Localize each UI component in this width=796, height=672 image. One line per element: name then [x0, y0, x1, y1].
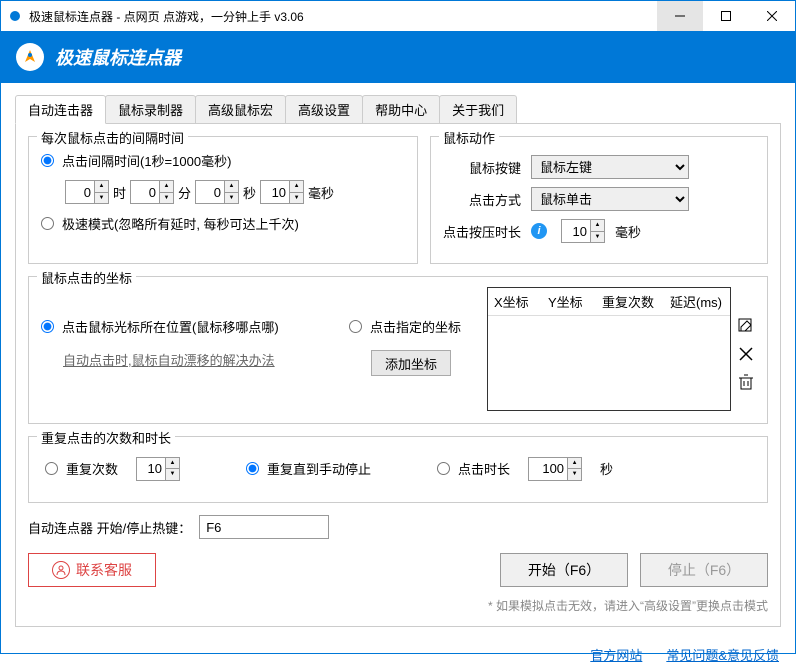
maximize-icon [721, 11, 731, 21]
close-icon [767, 11, 777, 21]
sec-unit: 秒 [243, 183, 256, 202]
coords-legend: 鼠标点击的坐标 [37, 268, 136, 287]
interval-fieldset: 每次鼠标点击的间隔时间 点击间隔时间(1秒=1000毫秒) ▲▼ 时 ▲▼ 分 … [28, 136, 418, 264]
th-repeat: 重复次数 [596, 288, 664, 315]
titlebar: 极速鼠标连点器 - 点网页 点游戏，一分钟上手 v3.06 [1, 1, 795, 31]
delete-coord-button[interactable] [737, 373, 755, 391]
hour-up[interactable]: ▲ [95, 181, 108, 193]
x-icon [739, 347, 753, 361]
window-title: 极速鼠标连点器 - 点网页 点游戏，一分钟上手 v3.06 [29, 8, 657, 25]
radio-cursor-label[interactable]: 点击鼠标光标所在位置(鼠标移哪点哪) [62, 317, 279, 336]
hour-unit: 时 [113, 183, 126, 202]
radio-repeat-duration[interactable] [437, 462, 450, 475]
tab-help[interactable]: 帮助中心 [362, 95, 440, 123]
tab-content: 每次鼠标点击的间隔时间 点击间隔时间(1秒=1000毫秒) ▲▼ 时 ▲▼ 分 … [15, 123, 781, 627]
maximize-button[interactable] [703, 1, 749, 31]
hotkey-row: 自动连点器 开始/停止热键： [28, 515, 768, 539]
minimize-button[interactable] [657, 1, 703, 31]
ms-unit: 毫秒 [308, 183, 334, 202]
stop-button[interactable]: 停止（F6） [640, 553, 768, 587]
tab-about[interactable]: 关于我们 [439, 95, 517, 123]
coords-table[interactable]: X坐标 Y坐标 重复次数 延迟(ms) [487, 287, 731, 411]
repeat-duration-input[interactable]: ▲▼ [528, 457, 582, 481]
repeat-count-input[interactable]: ▲▼ [136, 457, 180, 481]
feedback-link[interactable]: 常见问题&意见反馈 [666, 645, 779, 664]
sec-input[interactable]: ▲▼ [195, 180, 239, 204]
tab-advanced[interactable]: 高级设置 [285, 95, 363, 123]
tab-macro[interactable]: 高级鼠标宏 [195, 95, 286, 123]
start-button[interactable]: 开始（F6） [500, 553, 628, 587]
radio-fast[interactable] [41, 217, 54, 230]
duration-unit: 秒 [600, 459, 613, 478]
click-type-select[interactable]: 鼠标单击 [531, 187, 689, 211]
hotkey-input[interactable] [199, 515, 329, 539]
rocket-icon [15, 42, 45, 72]
min-input[interactable]: ▲▼ [130, 180, 174, 204]
radio-repeat-count[interactable] [45, 462, 58, 475]
radio-interval[interactable] [41, 154, 54, 167]
radio-fixed-label[interactable]: 点击指定的坐标 [370, 317, 461, 336]
th-y: Y坐标 [542, 288, 596, 315]
contact-button[interactable]: 联系客服 [28, 553, 156, 587]
edit-coord-button[interactable] [737, 317, 755, 335]
press-duration-input[interactable]: ▲▼ [561, 219, 605, 243]
hint-text: * 如果模拟点击无效，请进入“高级设置”更换点击模式 [28, 597, 768, 614]
action-legend: 鼠标动作 [439, 128, 499, 147]
mouse-button-label: 鼠标按键 [443, 158, 521, 177]
th-delay: 延迟(ms) [664, 288, 730, 315]
edit-icon [738, 318, 754, 334]
mouse-button-select[interactable]: 鼠标左键 [531, 155, 689, 179]
drift-help-link[interactable]: 自动点击时,鼠标自动漂移的解决办法 [63, 350, 275, 369]
app-header: 极速鼠标连点器 [1, 31, 795, 83]
app-title: 极速鼠标连点器 [55, 44, 181, 70]
radio-fast-label[interactable]: 极速模式(忽略所有延时, 每秒可达上千次) [62, 214, 299, 233]
repeat-fieldset: 重复点击的次数和时长 重复次数 ▲▼ 重复直到手动停止 点击时长 ▲▼ 秒 [28, 436, 768, 503]
radio-repeat-manual-label[interactable]: 重复直到手动停止 [267, 459, 371, 478]
tab-auto-clicker[interactable]: 自动连击器 [15, 95, 106, 124]
remove-coord-button[interactable] [737, 345, 755, 363]
user-icon [52, 561, 70, 579]
footer-links: 官方网站 常见问题&意见反馈 [1, 637, 795, 672]
official-site-link[interactable]: 官方网站 [590, 645, 642, 664]
radio-interval-label[interactable]: 点击间隔时间(1秒=1000毫秒) [62, 151, 231, 170]
action-fieldset: 鼠标动作 鼠标按键 鼠标左键 点击方式 鼠标单击 点击按压时长 i ▲▼ 毫秒 [430, 136, 768, 264]
tab-recorder[interactable]: 鼠标录制器 [105, 95, 196, 123]
close-button[interactable] [749, 1, 795, 31]
info-icon[interactable]: i [531, 223, 547, 239]
tab-bar: 自动连击器 鼠标录制器 高级鼠标宏 高级设置 帮助中心 关于我们 [1, 83, 795, 123]
coords-fieldset: 鼠标点击的坐标 点击鼠标光标所在位置(鼠标移哪点哪) 自动点击时,鼠标自动漂移的… [28, 276, 768, 424]
app-icon [7, 8, 23, 24]
minimize-icon [675, 11, 685, 21]
radio-repeat-manual[interactable] [246, 462, 259, 475]
radio-cursor-pos[interactable] [41, 320, 54, 333]
press-duration-label: 点击按压时长 [443, 222, 521, 241]
hour-down[interactable]: ▼ [95, 193, 108, 204]
hour-input[interactable]: ▲▼ [65, 180, 109, 204]
radio-fixed-pos[interactable] [349, 320, 362, 333]
add-coord-button[interactable]: 添加坐标 [371, 350, 451, 376]
radio-repeat-duration-label[interactable]: 点击时长 [458, 459, 510, 478]
click-type-label: 点击方式 [443, 190, 521, 209]
interval-legend: 每次鼠标点击的间隔时间 [37, 128, 188, 147]
ms-input[interactable]: ▲▼ [260, 180, 304, 204]
repeat-legend: 重复点击的次数和时长 [37, 428, 175, 447]
min-unit: 分 [178, 183, 191, 202]
press-unit: 毫秒 [615, 222, 641, 241]
trash-icon [739, 374, 753, 390]
hotkey-label: 自动连点器 开始/停止热键： [28, 518, 191, 537]
th-x: X坐标 [488, 288, 542, 315]
radio-repeat-count-label[interactable]: 重复次数 [66, 459, 118, 478]
